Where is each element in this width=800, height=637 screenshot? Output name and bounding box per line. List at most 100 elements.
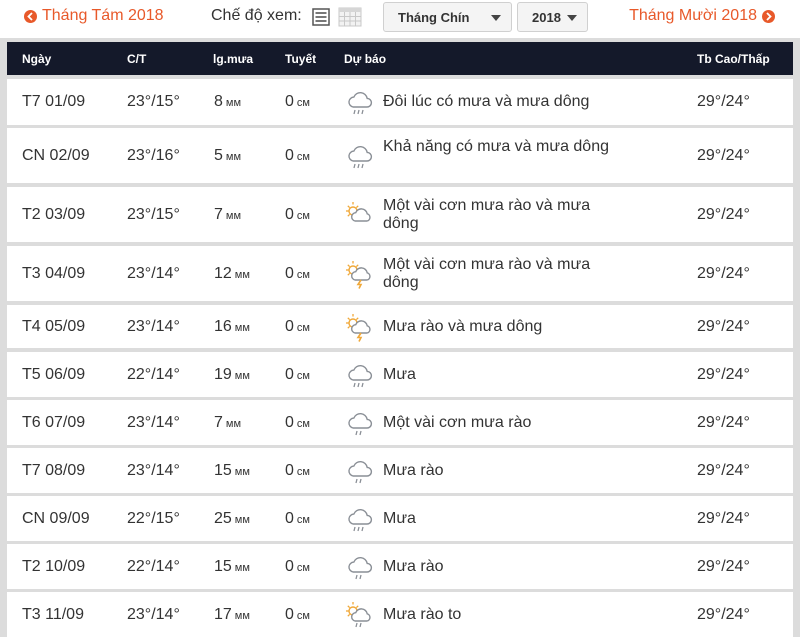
row-snow-unit: см <box>296 466 310 478</box>
list-view-icon[interactable] <box>312 8 330 26</box>
sun-cloud-rain-icon <box>344 600 374 630</box>
row-snow-value: 0 <box>285 318 294 335</box>
col-header-forecast: Dự báo <box>344 52 387 66</box>
view-mode-label: Chế độ xem: <box>211 7 302 24</box>
row-rain: 16 мм <box>214 318 250 336</box>
row-snow: 0 см <box>285 414 310 432</box>
row-forecast: Mưa rào <box>383 558 444 575</box>
row-average: 29°/24° <box>697 558 750 575</box>
calendar-view-icon[interactable] <box>338 7 362 27</box>
year-select-value: 2018 <box>532 10 561 25</box>
row-average: 29°/24° <box>697 93 750 110</box>
row-day: CN 09/09 <box>22 510 90 527</box>
row-rain-unit: мм <box>234 370 250 382</box>
cloud-rain-icon <box>344 504 374 534</box>
prev-month-link[interactable]: Tháng Tám 2018 <box>24 7 164 25</box>
toolbar: Tháng Tám 2018 Chế độ xem: Tháng Chín 20… <box>0 0 800 38</box>
next-month-label: Tháng Mười 2018 <box>629 7 757 24</box>
row-day: CN 02/09 <box>22 147 90 164</box>
row-average: 29°/24° <box>697 414 750 431</box>
row-rain: 15 мм <box>214 462 250 480</box>
row-rain-unit: мм <box>225 151 242 163</box>
row-snow-value: 0 <box>285 206 294 223</box>
row-forecast: Mưa rào to <box>383 606 462 623</box>
col-header-rain: lg.mưa <box>213 52 254 66</box>
next-month-link[interactable]: Tháng Mười 2018 <box>629 7 775 25</box>
row-average: 29°/24° <box>697 265 750 282</box>
row-rain-unit: мм <box>225 210 242 222</box>
row-day: T7 08/09 <box>22 462 86 479</box>
row-day: T4 05/09 <box>22 318 86 335</box>
row-average: 29°/24° <box>697 606 750 623</box>
row-day: T3 04/09 <box>22 265 86 282</box>
table-row[interactable]: T5 06/09 22°/14° 19 мм 0 см Mưa 29°/24° <box>7 352 793 397</box>
row-rain-value: 15 <box>214 462 232 479</box>
row-snow: 0 см <box>285 93 310 111</box>
row-rain-value: 25 <box>214 510 232 527</box>
row-forecast: Mưa rào và mưa dông <box>383 318 543 335</box>
row-day: T2 03/09 <box>22 206 86 223</box>
row-snow-unit: см <box>296 151 310 163</box>
row-rain-value: 5 <box>214 147 223 164</box>
row-hilo: 22°/15° <box>127 510 180 527</box>
table-row[interactable]: CN 02/09 23°/16° 5 мм 0 см Khả năng có mưa và … <box>7 128 793 183</box>
table-row[interactable]: T2 10/09 22°/14° 15 мм 0 см Mưa rào 29°/24° <box>7 544 793 589</box>
cloud-rain-icon <box>344 360 374 390</box>
row-snow-unit: см <box>296 210 310 222</box>
table-row[interactable]: T4 05/09 23°/14° 16 мм 0 см Mưa rào và mưa dôn… <box>7 305 793 348</box>
table-row[interactable]: T7 01/09 23°/15° 8 мм 0 см Đôi lúc có mưa và m… <box>7 79 793 125</box>
row-rain-unit: мм <box>234 466 250 478</box>
row-rain-value: 12 <box>214 265 232 282</box>
row-rain-value: 16 <box>214 318 232 335</box>
row-snow: 0 см <box>285 318 310 336</box>
col-header-average: Tb Cao/Thấp <box>697 52 770 66</box>
row-hilo: 23°/16° <box>127 147 180 164</box>
row-forecast: Mưa <box>383 366 416 383</box>
cloud-shower-icon <box>344 456 374 486</box>
table-row[interactable]: T2 03/09 23°/15° 7 мм 0 см Một vài cơn mưa rào… <box>7 187 793 242</box>
row-forecast: Khả năng có mưa và mưa dông <box>383 138 609 155</box>
row-snow-unit: см <box>296 370 310 382</box>
row-snow: 0 см <box>285 206 310 224</box>
row-snow-unit: см <box>296 514 310 526</box>
year-select[interactable]: 2018 <box>517 2 588 32</box>
table-row[interactable]: T7 08/09 23°/14° 15 мм 0 см Mưa rào 29°/24° <box>7 448 793 493</box>
row-day: T6 07/09 <box>22 414 86 431</box>
row-forecast: Mưa rào <box>383 462 444 479</box>
row-average: 29°/24° <box>697 510 750 527</box>
row-rain: 7 мм <box>214 206 241 224</box>
row-rain-unit: мм <box>234 610 250 622</box>
row-snow-value: 0 <box>285 510 294 527</box>
month-select-value: Tháng Chín <box>398 10 470 25</box>
row-rain: 7 мм <box>214 414 241 432</box>
row-average: 29°/24° <box>697 462 750 479</box>
cloud-rain-icon <box>344 141 374 171</box>
row-snow-value: 0 <box>285 414 294 431</box>
col-header-day: Ngày <box>22 52 52 66</box>
table-row[interactable]: T3 04/09 23°/14° 12 мм 0 см Một vài cơn mưa rà… <box>7 246 793 301</box>
row-rain-unit: мм <box>234 514 250 526</box>
row-forecast: Đôi lúc có mưa và mưa dông <box>383 93 590 110</box>
month-select[interactable]: Tháng Chín <box>383 2 512 32</box>
row-rain-unit: мм <box>225 418 242 430</box>
row-snow: 0 см <box>285 462 310 480</box>
row-hilo: 23°/14° <box>127 414 180 431</box>
cloud-shower-icon <box>344 552 374 582</box>
row-rain-value: 8 <box>214 93 223 110</box>
row-rain-value: 17 <box>214 606 232 623</box>
arrow-right-icon <box>762 9 775 23</box>
row-rain-unit: мм <box>234 562 250 574</box>
row-rain: 25 мм <box>214 510 250 528</box>
row-rain-unit: мм <box>234 322 250 334</box>
row-snow-value: 0 <box>285 366 294 383</box>
prev-month-label: Tháng Tám 2018 <box>42 7 164 24</box>
row-rain: 8 мм <box>214 93 241 111</box>
row-snow-value: 0 <box>285 265 294 282</box>
row-snow-value: 0 <box>285 147 294 164</box>
table-row[interactable]: T3 11/09 23°/14° 17 мм 0 см Mưa rào to 29°/24° <box>7 592 793 637</box>
row-snow: 0 см <box>285 510 310 528</box>
row-average: 29°/24° <box>697 206 750 223</box>
table-row[interactable]: T6 07/09 23°/14° 7 мм 0 см Một vài cơn mưa rào… <box>7 400 793 445</box>
row-snow-unit: см <box>296 418 310 430</box>
table-row[interactable]: CN 09/09 22°/15° 25 мм 0 см Mưa 29°/24° <box>7 496 793 541</box>
